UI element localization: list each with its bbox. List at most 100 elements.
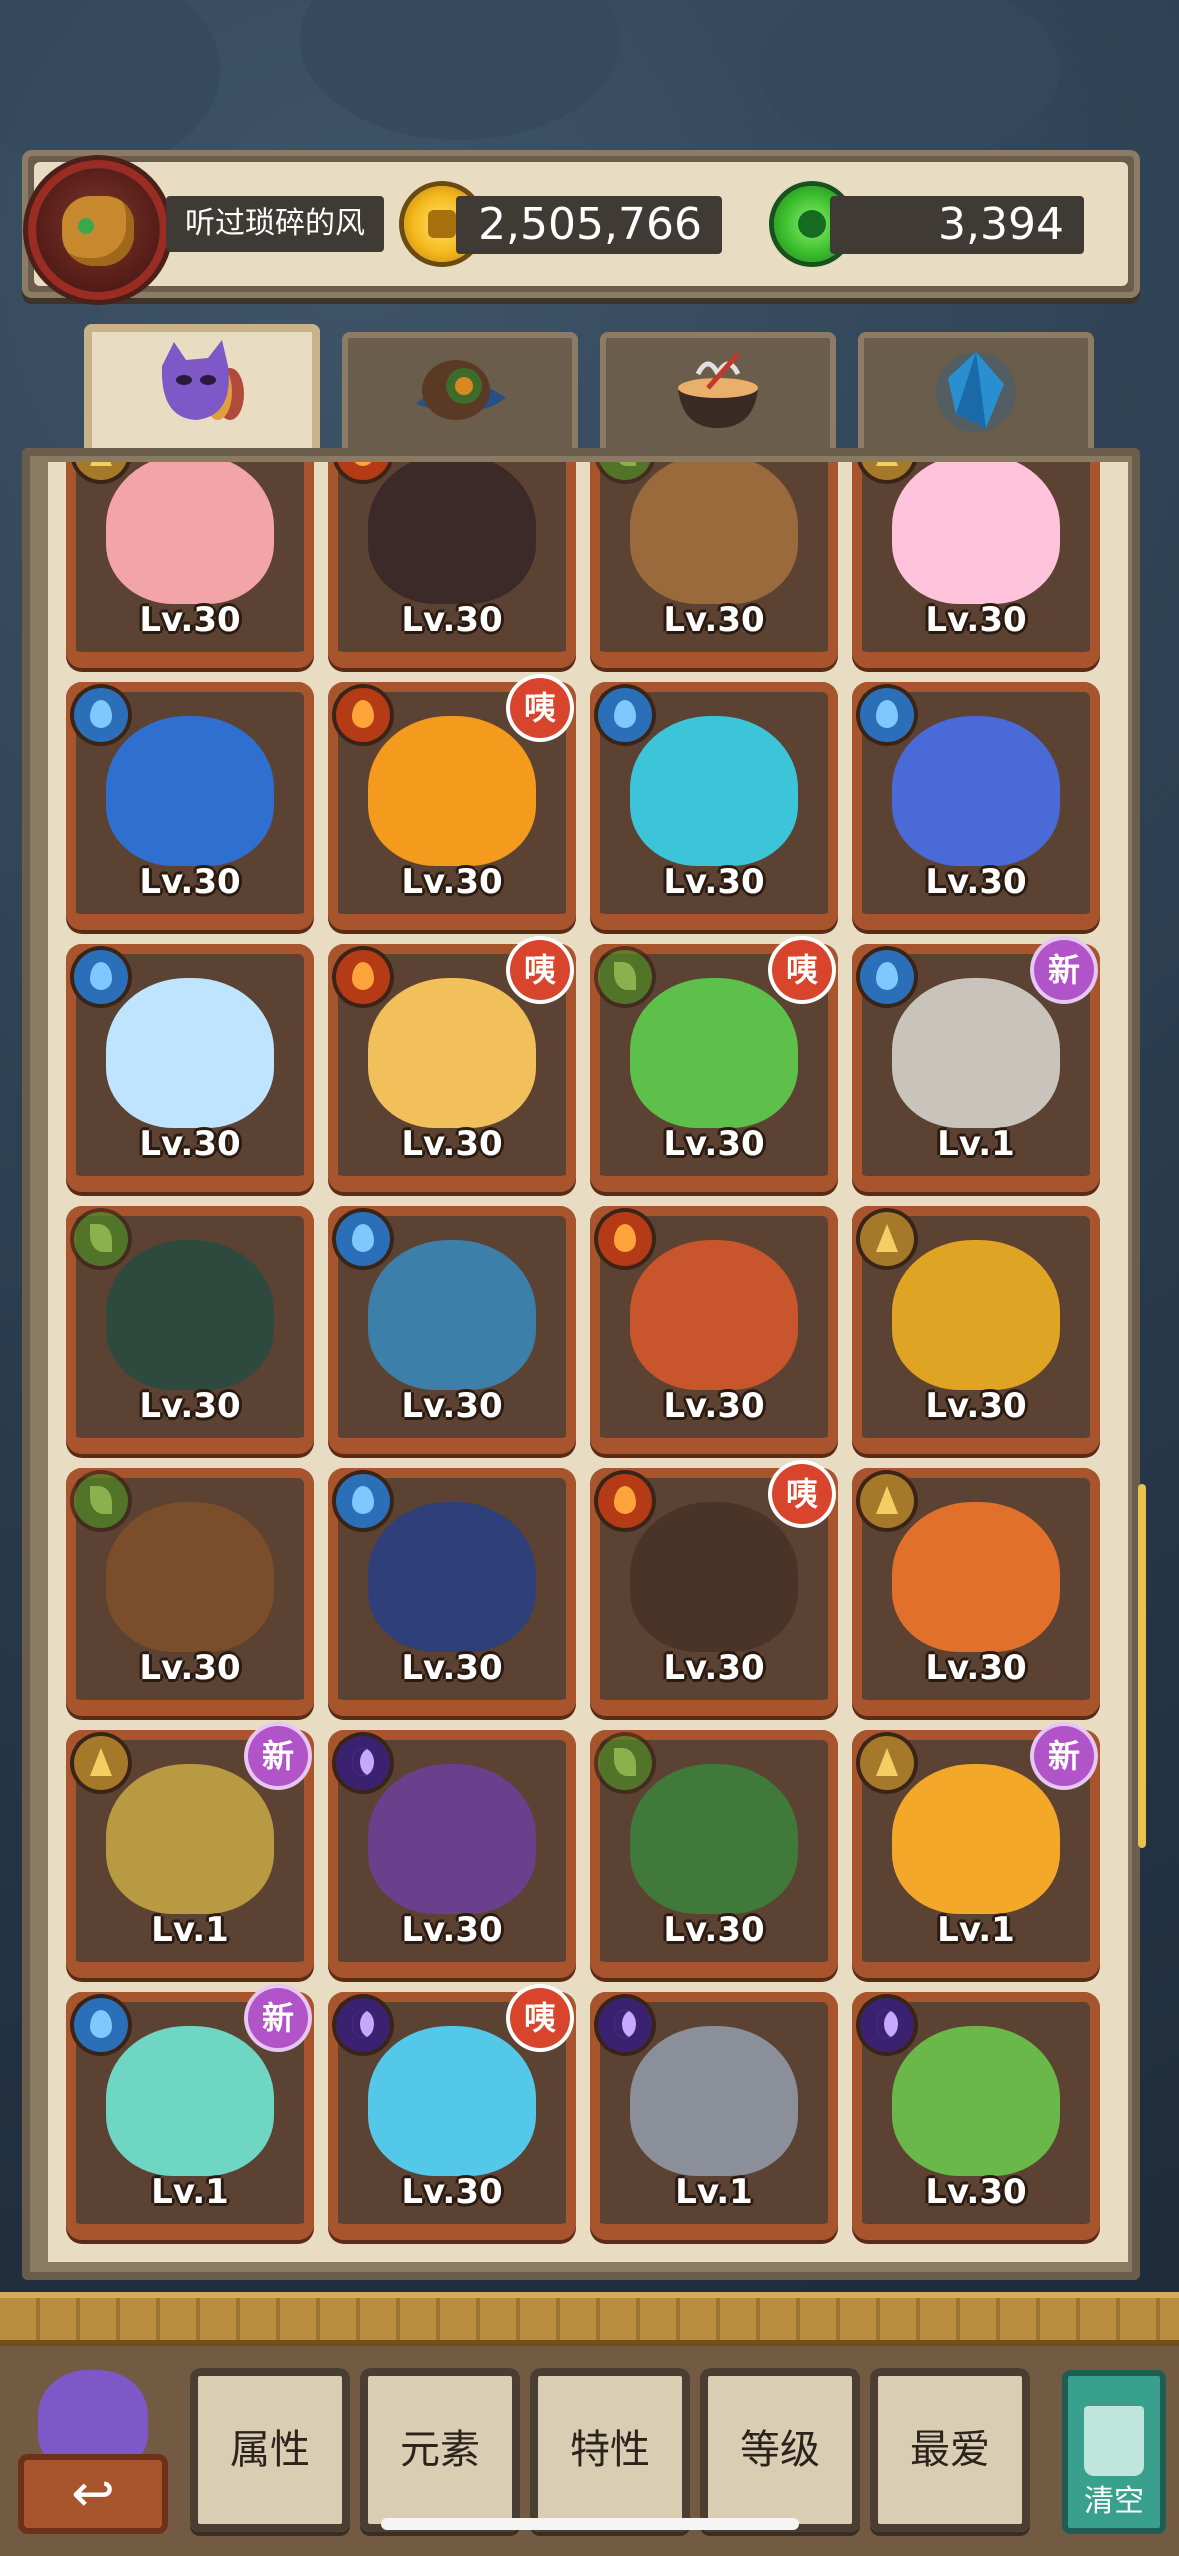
new-badge: 新 bbox=[248, 1988, 308, 2048]
gem-amount: 3,394 bbox=[830, 196, 1084, 254]
fire-element-icon bbox=[336, 688, 390, 742]
pet-card[interactable]: Lv.30 bbox=[590, 1730, 838, 1978]
pet-card[interactable]: Lv.30 bbox=[852, 1992, 1100, 2240]
earth-element-icon bbox=[860, 1212, 914, 1266]
leaf-element-icon bbox=[74, 1212, 128, 1266]
pet-portrait bbox=[630, 1764, 798, 1914]
moon-element-icon bbox=[336, 1736, 390, 1790]
fire-element-icon bbox=[336, 462, 390, 480]
pet-card[interactable]: 新 Lv.1 bbox=[852, 940, 1100, 1192]
leaf-element-icon bbox=[598, 950, 652, 1004]
pet-portrait bbox=[630, 978, 798, 1128]
pet-portrait bbox=[106, 462, 274, 604]
filter-attribute-button[interactable]: 属性 bbox=[190, 2368, 350, 2532]
pet-card[interactable]: 咦 Lv.30 bbox=[328, 678, 576, 930]
home-indicator[interactable] bbox=[381, 2518, 799, 2530]
pet-level: Lv.1 bbox=[151, 1910, 229, 1950]
pet-card[interactable]: 新 Lv.1 bbox=[852, 1726, 1100, 1978]
earth-element-icon bbox=[860, 1474, 914, 1528]
pet-card[interactable]: Lv.30 bbox=[66, 462, 314, 668]
status-badge: 咦 bbox=[510, 940, 570, 1000]
tab-items[interactable] bbox=[342, 332, 578, 454]
clear-button-label: 清空 bbox=[1084, 2484, 1144, 2519]
pet-card[interactable]: Lv.30 bbox=[590, 682, 838, 930]
pet-portrait bbox=[368, 978, 536, 1128]
leaf-element-icon bbox=[598, 1736, 652, 1790]
pet-card[interactable]: Lv.30 bbox=[590, 1206, 838, 1454]
pet-level: Lv.30 bbox=[925, 1648, 1027, 1688]
pet-level: Lv.30 bbox=[401, 1124, 503, 1164]
tab-food[interactable] bbox=[600, 332, 836, 454]
gold-amount: 2,505,766 bbox=[456, 196, 722, 254]
pet-portrait bbox=[106, 716, 274, 866]
pet-card[interactable]: Lv.30 bbox=[66, 944, 314, 1192]
pet-level: Lv.30 bbox=[401, 2172, 503, 2212]
pet-level: Lv.30 bbox=[139, 862, 241, 902]
pet-portrait bbox=[630, 2026, 798, 2176]
earth-element-icon bbox=[860, 462, 914, 480]
pet-card[interactable]: Lv.30 bbox=[852, 1206, 1100, 1454]
pet-portrait bbox=[630, 1502, 798, 1652]
pet-portrait bbox=[106, 1502, 274, 1652]
pet-level: Lv.30 bbox=[401, 1386, 503, 1426]
pet-card[interactable]: Lv.30 bbox=[328, 1206, 576, 1454]
fire-element-icon bbox=[598, 1474, 652, 1528]
pet-card[interactable]: 咦 Lv.30 bbox=[328, 940, 576, 1192]
pet-card[interactable]: Lv.30 bbox=[852, 1468, 1100, 1716]
pet-portrait bbox=[368, 2026, 536, 2176]
pet-card[interactable]: Lv.30 bbox=[66, 682, 314, 930]
pet-card[interactable]: Lv.30 bbox=[852, 682, 1100, 930]
pet-level: Lv.30 bbox=[925, 600, 1027, 640]
water-element-icon bbox=[860, 688, 914, 742]
tab-pets[interactable] bbox=[84, 324, 320, 466]
pet-card[interactable]: 新 Lv.1 bbox=[66, 1988, 314, 2240]
pet-level: Lv.30 bbox=[663, 862, 765, 902]
new-badge: 新 bbox=[1034, 1726, 1094, 1786]
water-element-icon bbox=[74, 1998, 128, 2052]
pet-card[interactable]: 新 Lv.1 bbox=[66, 1726, 314, 1978]
pet-card[interactable]: Lv.30 bbox=[66, 1206, 314, 1454]
pet-grid-scrollbar[interactable] bbox=[1138, 1484, 1146, 1848]
pet-card[interactable]: Lv.1 bbox=[590, 1992, 838, 2240]
status-badge: 咦 bbox=[772, 940, 832, 1000]
back-button[interactable]: ↩ bbox=[18, 2370, 168, 2540]
fire-element-icon bbox=[598, 1212, 652, 1266]
pet-portrait bbox=[368, 1240, 536, 1390]
avatar-eye bbox=[78, 218, 94, 234]
pet-card[interactable]: Lv.30 bbox=[328, 462, 576, 668]
pet-card[interactable]: Lv.30 bbox=[328, 1468, 576, 1716]
pet-card[interactable]: 咦 Lv.30 bbox=[590, 940, 838, 1192]
pet-portrait bbox=[630, 462, 798, 604]
pet-level: Lv.30 bbox=[925, 862, 1027, 902]
filter-trait-button[interactable]: 特性 bbox=[530, 2368, 690, 2532]
status-badge: 咦 bbox=[772, 1464, 832, 1524]
water-element-icon bbox=[74, 950, 128, 1004]
tab-crystal[interactable] bbox=[858, 332, 1094, 454]
filter-favorite-button[interactable]: 最爱 bbox=[870, 2368, 1030, 2532]
water-element-icon bbox=[336, 1474, 390, 1528]
pet-card[interactable]: Lv.30 bbox=[66, 1468, 314, 1716]
fire-element-icon bbox=[336, 950, 390, 1004]
pet-card[interactable]: Lv.30 bbox=[590, 462, 838, 668]
pet-level: Lv.30 bbox=[401, 862, 503, 902]
pet-level: Lv.30 bbox=[401, 1910, 503, 1950]
pet-portrait bbox=[892, 716, 1060, 866]
purple-monster-icon bbox=[161, 340, 244, 420]
pet-level: Lv.1 bbox=[675, 2172, 753, 2212]
pet-card[interactable]: Lv.30 bbox=[852, 462, 1100, 668]
pet-card[interactable]: Lv.30 bbox=[328, 1730, 576, 1978]
pet-grid-container[interactable]: Lv.30 Lv.30 Lv.30 Lv.30 Lv.30 咦 Lv.30 Lv.30 Lv.3… bbox=[48, 462, 1128, 2262]
player-avatar[interactable] bbox=[36, 168, 160, 292]
filter-element-button[interactable]: 元素 bbox=[360, 2368, 520, 2532]
filter-level-button[interactable]: 等级 bbox=[700, 2368, 860, 2532]
earth-element-icon bbox=[74, 1736, 128, 1790]
pet-portrait bbox=[630, 716, 798, 866]
pet-card[interactable]: 咦 Lv.30 bbox=[590, 1464, 838, 1716]
pet-card[interactable]: 咦 Lv.30 bbox=[328, 1988, 576, 2240]
pet-level: Lv.30 bbox=[663, 1124, 765, 1164]
pet-level: Lv.30 bbox=[663, 1386, 765, 1426]
earth-element-icon bbox=[74, 462, 128, 480]
clear-button[interactable]: 清空 bbox=[1062, 2370, 1166, 2534]
avatar-face bbox=[62, 196, 134, 266]
water-element-icon bbox=[336, 1212, 390, 1266]
